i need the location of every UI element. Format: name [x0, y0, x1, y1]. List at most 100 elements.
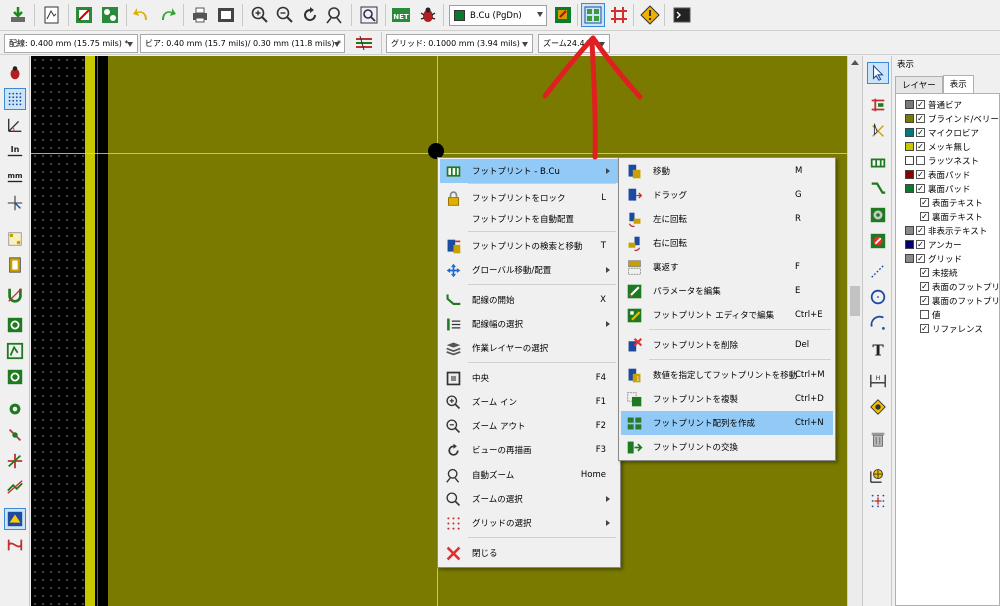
autoroute-icon[interactable] — [607, 3, 631, 27]
layer-row[interactable]: ✓ 普通ビア — [905, 99, 962, 111]
layer-color-swatch[interactable] — [905, 128, 914, 137]
layer-color-swatch[interactable] — [905, 100, 914, 109]
layer-checkbox[interactable]: ✓ — [920, 268, 929, 277]
local-ratsnest-icon[interactable] — [867, 120, 889, 142]
menu-item[interactable]: 作業レイヤーの選択 — [440, 336, 618, 360]
canvas-scrollbar[interactable] — [847, 56, 862, 606]
tab-render[interactable]: 表示 — [942, 75, 974, 93]
drc-warning-icon[interactable] — [638, 3, 662, 27]
layer-checkbox[interactable]: ✓ — [916, 100, 925, 109]
submenu-item[interactable]: 左に回転 R — [621, 207, 833, 231]
layer-checkbox[interactable]: ✓ — [916, 142, 925, 151]
mm-units-icon[interactable]: mm — [4, 166, 26, 188]
layer-checkbox[interactable]: ✓ — [920, 198, 929, 207]
layer-row[interactable]: ラッツネスト — [905, 155, 979, 167]
layer-color-swatch[interactable] — [905, 254, 914, 263]
grid-origin-icon[interactable] — [867, 490, 889, 512]
redraw-icon[interactable] — [298, 3, 322, 27]
open-library-icon[interactable] — [72, 3, 96, 27]
menu-item[interactable]: 閉じる — [440, 541, 618, 565]
menu-item[interactable]: フットプリントを自動配置 — [440, 207, 618, 231]
load-netlist-icon[interactable] — [98, 3, 122, 27]
add-circle-icon[interactable] — [867, 286, 889, 308]
layer-checkbox[interactable] — [920, 310, 929, 319]
layer-checkbox[interactable]: ✓ — [916, 254, 925, 263]
layer-row[interactable]: ✓裏面のフットプリント — [920, 295, 1000, 307]
menu-item[interactable]: 中央 F4 — [440, 366, 618, 390]
polar-coords-icon[interactable] — [4, 114, 26, 136]
scroll-up-icon[interactable] — [851, 60, 859, 65]
select-arrow-icon[interactable] — [867, 62, 889, 84]
scrollbar-thumb[interactable] — [850, 286, 860, 316]
track-via-settings-icon[interactable] — [352, 31, 376, 55]
submenu-item[interactable]: 右に回転 — [621, 231, 833, 255]
microwave-tools-icon[interactable] — [4, 534, 26, 556]
module-ratsnest-icon[interactable] — [4, 254, 26, 276]
grid-toggle-icon[interactable] — [4, 88, 26, 110]
layer-color-swatch[interactable] — [905, 170, 914, 179]
menu-item[interactable]: グローバル移動/配置 — [440, 258, 618, 282]
grid-array-icon[interactable] — [581, 3, 605, 27]
submenu-item[interactable]: フットプリントを削除 Del — [621, 333, 833, 357]
add-arc-icon[interactable] — [867, 312, 889, 334]
set-origin-icon[interactable] — [867, 464, 889, 486]
redo-icon[interactable] — [155, 3, 179, 27]
layer-checkbox[interactable] — [916, 156, 925, 165]
tab-layers[interactable]: レイヤー — [895, 76, 943, 93]
zoom-out-icon[interactable] — [273, 3, 297, 27]
layer-checkbox[interactable]: ✓ — [916, 240, 925, 249]
track-sketch-icon[interactable] — [4, 450, 26, 472]
highlight-net-icon[interactable] — [867, 94, 889, 116]
route-track-icon[interactable] — [867, 178, 889, 200]
submenu-item[interactable]: フットプリントを複製 Ctrl+D — [621, 387, 833, 411]
via-size-select[interactable]: ビア: 0.40 mm (15.7 mils)/ 0.30 mm (11.8 m… — [140, 34, 345, 53]
track-width-select[interactable]: 配線: 0.400 mm (15.75 mils) * — [4, 34, 138, 53]
auto-delete-track-icon[interactable] — [4, 284, 26, 306]
layer-row[interactable]: ✓ リファレンス — [920, 323, 983, 335]
layer-color-swatch[interactable] — [905, 114, 914, 123]
add-text-icon[interactable]: T — [867, 338, 889, 360]
submenu-item[interactable]: パラメータを編集 E — [621, 279, 833, 303]
layer-color-swatch[interactable] — [905, 142, 914, 151]
layer-checkbox[interactable]: ✓ — [916, 128, 925, 137]
zoom-fit-icon[interactable] — [323, 3, 347, 27]
submenu-item[interactable]: ドラッグ G — [621, 183, 833, 207]
zoom-in-icon[interactable] — [248, 3, 272, 27]
add-via-icon[interactable] — [867, 204, 889, 226]
show-zones-icon[interactable] — [4, 314, 26, 336]
layer-row[interactable]: ✓ メッキ無し — [905, 141, 971, 153]
undo-icon[interactable] — [130, 3, 154, 27]
layer-checkbox[interactable]: ✓ — [920, 282, 929, 291]
layer-color-swatch[interactable] — [905, 156, 914, 165]
menu-item[interactable]: 配線幅の選択 — [440, 312, 618, 336]
delete-trash-icon[interactable] — [867, 428, 889, 450]
submenu-item[interactable]: 裏返す F — [621, 255, 833, 279]
high-contrast-icon[interactable] — [4, 476, 26, 498]
add-footprint-icon[interactable] — [867, 152, 889, 174]
submenu-item[interactable]: フットプリント配列を作成 Ctrl+N — [621, 411, 833, 435]
layer-row[interactable]: ✓表面のフットプリント — [920, 281, 1000, 293]
menu-item[interactable]: フットプリントの検索と移動 T — [440, 234, 618, 258]
layer-checkbox[interactable]: ✓ — [920, 296, 929, 305]
page-settings-icon[interactable] — [40, 3, 64, 27]
save-board-icon[interactable] — [6, 3, 30, 27]
layer-checkbox[interactable]: ✓ — [916, 184, 925, 193]
active-layer-select[interactable]: B.Cu (PgDn) — [449, 5, 547, 26]
menu-item[interactable]: ズーム アウト F2 — [440, 414, 618, 438]
menu-item[interactable]: グリッドの選択 — [440, 511, 618, 535]
layer-color-swatch[interactable] — [905, 184, 914, 193]
layer-checkbox[interactable]: ✓ — [920, 324, 929, 333]
add-line-icon[interactable] — [867, 260, 889, 282]
zone-sketch-icon[interactable] — [4, 366, 26, 388]
layer-row[interactable]: ✓ブラインド/ベリードビア — [905, 113, 1000, 125]
plot-icon[interactable] — [214, 3, 238, 27]
layer-checkbox[interactable]: ✓ — [916, 226, 925, 235]
menu-item[interactable]: フットプリント - B.Cu — [440, 159, 618, 183]
ratsnest-icon[interactable] — [4, 228, 26, 250]
layer-checkbox[interactable]: ✓ — [920, 212, 929, 221]
menu-item[interactable]: 自動ズーム Home — [440, 463, 618, 487]
layer-color-swatch[interactable] — [905, 226, 914, 235]
pad-sketch-icon[interactable] — [4, 398, 26, 420]
drc-bug-icon[interactable] — [416, 3, 440, 27]
grid-select[interactable]: グリッド: 0.1000 mm (3.94 mils) — [386, 34, 533, 53]
